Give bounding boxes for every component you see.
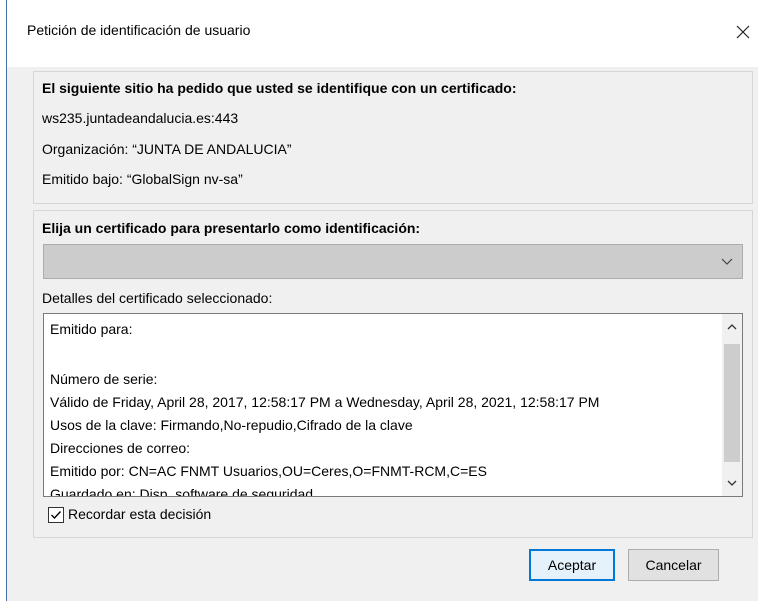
- close-icon: [728, 17, 758, 47]
- site-organization: Organización: “JUNTA DE ANDALUCIA”: [42, 141, 292, 157]
- detail-line: Direcciones de correo:: [50, 440, 191, 456]
- remember-checkbox[interactable]: [48, 507, 64, 523]
- details-label: Detalles del certificado seleccionado:: [42, 290, 273, 306]
- details-scrollbar[interactable]: [722, 314, 742, 496]
- site-heading: El siguiente sitio ha pedido que usted s…: [42, 80, 517, 96]
- detail-line: Usos de la clave: Firmando,No-repudio,Ci…: [50, 417, 413, 433]
- detail-line: Válido de Friday, April 28, 2017, 12:58:…: [50, 394, 600, 410]
- parent-window-edge: [0, 0, 7, 601]
- remember-label[interactable]: Recordar esta decisión: [68, 506, 211, 522]
- detail-line: Guardado en: Disp. software de seguridad: [50, 486, 314, 497]
- site-info-group: El siguiente sitio ha pedido que usted s…: [33, 71, 753, 204]
- chevron-down-icon[interactable]: [722, 472, 742, 494]
- detail-line: Emitido por: CN=AC FNMT Usuarios,OU=Cere…: [50, 463, 487, 479]
- cancel-button[interactable]: Cancelar: [628, 549, 719, 581]
- certificate-selection-group: Elija un certificado para presentarlo co…: [33, 210, 753, 538]
- certificate-select[interactable]: [43, 244, 743, 279]
- certificate-details-box[interactable]: Emitido para: Número de serie: Válido de…: [43, 313, 743, 497]
- close-button[interactable]: [728, 17, 758, 47]
- detail-line: Número de serie:: [50, 371, 158, 387]
- dialog-title: Petición de identificación de usuario: [27, 22, 251, 38]
- site-host: ws235.juntadeandalucia.es:443: [42, 110, 239, 126]
- chevron-up-icon[interactable]: [722, 316, 742, 338]
- site-issued-under: Emitido bajo: “GlobalSign nv-sa”: [42, 171, 243, 187]
- cert-heading: Elija un certificado para presentarlo co…: [42, 220, 421, 236]
- scrollbar-thumb[interactable]: [724, 344, 740, 462]
- certificate-request-dialog: Petición de identificación de usuario El…: [7, 0, 758, 601]
- detail-line: Emitido para:: [50, 321, 133, 337]
- accept-button[interactable]: Aceptar: [529, 549, 615, 581]
- chevron-down-icon: [712, 245, 742, 278]
- checkmark-icon: [49, 508, 63, 522]
- title-bar: Petición de identificación de usuario: [7, 0, 758, 67]
